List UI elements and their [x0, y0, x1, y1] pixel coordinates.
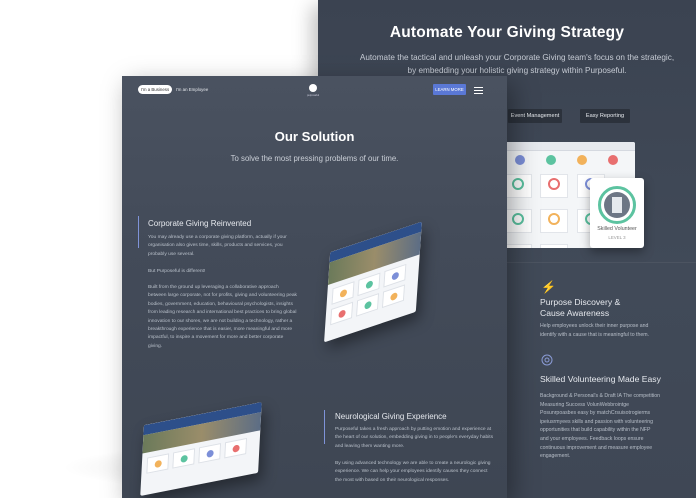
badge-ring-icon [548, 213, 561, 225]
app-screenshot-tilted [324, 221, 422, 343]
page-title: Our Solution [274, 129, 355, 144]
easy-reporting-pill[interactable]: Easy Reporting [580, 109, 630, 123]
badge-level: LEVEL 3 [608, 235, 626, 240]
skilled-volunteer-badge-card: Skilled Volunteer LEVEL 3 [590, 178, 644, 248]
badge-ring-icon [512, 213, 524, 225]
hamburger-menu-icon[interactable] [474, 87, 483, 96]
section-title-neurological: Neurological Giving Experience [335, 412, 447, 421]
learn-more-button[interactable]: LEARN MORE [433, 84, 466, 95]
card-icon [232, 444, 240, 453]
page-subtitle: To solve the most pressing problems of o… [230, 154, 399, 163]
dashboard-topbar [498, 142, 635, 151]
business-tab[interactable]: I'm a Business [138, 85, 172, 94]
feature-body-skilled-volunteering: Background & Personal's & Draft IA The c… [540, 393, 660, 460]
card-icon [364, 300, 372, 310]
logo-mark-icon [309, 84, 317, 92]
back-page-title: Automate Your Giving Strategy [389, 24, 625, 41]
section-divider [498, 262, 696, 263]
badge-tile [540, 244, 569, 248]
section1-paragraph-1: You may already use a corporate giving p… [148, 235, 287, 257]
purposeful-logo[interactable]: purposeful [306, 84, 320, 98]
card-icon [206, 449, 214, 458]
card-icon [154, 459, 162, 469]
app-card [330, 301, 354, 326]
employee-tab[interactable]: I'm an Employee [174, 85, 210, 94]
nav-dot-icon [514, 155, 525, 165]
target-icon [541, 354, 553, 369]
logo-text: purposeful [306, 94, 320, 97]
card-icon [365, 279, 374, 290]
lightning-icon: ⚡ [541, 280, 556, 294]
badge-tile [504, 244, 532, 248]
section-accent-line [138, 216, 139, 248]
badge-ring-icon [512, 178, 524, 190]
badge-tile [540, 174, 569, 198]
app-card [356, 293, 380, 317]
section-accent-line [324, 410, 325, 444]
feature-title-line: Purpose Discovery & [540, 297, 621, 307]
section1-paragraph-2: But Purposeful is different! [148, 269, 206, 274]
app-card [172, 448, 196, 469]
badge-ring-icon [548, 178, 561, 190]
feature-title-purpose-discovery: Purpose Discovery & Cause Awareness [540, 297, 620, 319]
section2-paragraph-2: By using advanced technology we are able… [335, 461, 491, 483]
card-icon [391, 271, 400, 281]
card-icon [339, 288, 348, 299]
event-management-pill[interactable]: Event Management [508, 109, 562, 123]
badge-label: Skilled Volunteer [597, 226, 637, 232]
section2-paragraph-1: Purposeful takes a fresh approach by put… [335, 427, 494, 449]
app-screenshot-tilted-2 [140, 401, 262, 497]
app-card [198, 443, 222, 464]
section1-paragraph-3: Built from the ground up leveraging a co… [148, 285, 297, 349]
badge-tile [504, 209, 532, 233]
card-icon [390, 291, 398, 302]
feature-title-line: Cause Awareness [540, 308, 610, 318]
tower-icon [612, 197, 622, 213]
back-page-subtitle: Automate the tactical and unleash your C… [359, 53, 675, 75]
nav-dot-icon [545, 155, 556, 165]
nav-dot-icon [608, 155, 619, 165]
dashboard-nav-row [498, 151, 635, 165]
front-page-mockup: I'm a Business I'm an Employee purposefu… [122, 76, 507, 498]
nav-dot-icon [577, 155, 588, 165]
section-title-corporate-giving: Corporate Giving Reinvented [148, 219, 252, 228]
front-page-topbar: I'm a Business I'm an Employee purposefu… [122, 76, 507, 102]
feature-title-skilled-volunteering: Skilled Volunteering Made Easy [540, 374, 661, 384]
app-card [146, 453, 170, 474]
app-card [224, 437, 248, 459]
app-card [381, 284, 406, 309]
feature-body-purpose-discovery: Help employees unlock their inner purpos… [540, 323, 649, 338]
badge-tile [504, 174, 532, 198]
card-icon [338, 309, 346, 319]
card-icon [180, 454, 188, 464]
badge-tile [540, 209, 569, 233]
